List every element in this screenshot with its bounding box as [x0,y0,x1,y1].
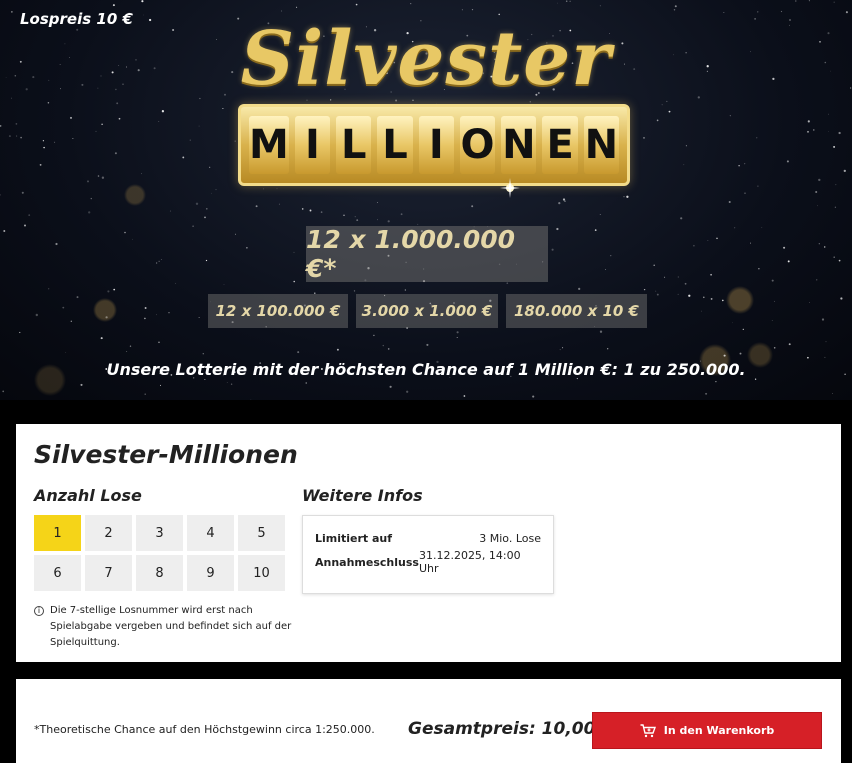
sub-prize: 3.000 x 1.000 € [356,294,498,328]
logo-letter: O [459,116,496,174]
sub-prize: 12 x 100.000 € [208,294,348,328]
logo-script-text: Silvester [240,16,612,102]
limit-value: 3 Mio. Lose [479,531,541,545]
logo-letter: N [501,116,537,174]
hint-text: Die 7-stellige Losnummer wird erst nach … [50,605,292,648]
odds-footnote: *Theoretische Chance auf den Höchstgewin… [34,723,375,736]
quantity-option-10[interactable]: 10 [238,555,285,591]
main-prize: 12 x 1.000.000 €* [306,225,548,283]
info-row-deadline: Annahmeschluss 31.12.2025, 14:00 Uhr [315,549,541,575]
info-box: Limitiert auf 3 Mio. Lose Annahmeschluss… [302,515,554,594]
logo-letter: I [418,116,454,174]
logo-block: M I L L I O N E N [238,104,630,186]
add-to-cart-label: In den Warenkorb [663,724,775,737]
ticket-number-hint: i Die 7-stellige Losnummer wird erst nac… [34,603,314,651]
logo-letter: M [248,116,289,174]
quantity-selector: 1 2 3 4 5 6 7 8 9 10 [34,515,287,591]
logo-letter: I [294,116,331,174]
product-title: Silvester-Millionen [34,440,298,469]
quantity-heading: Anzahl Lose [34,486,142,505]
info-heading: Weitere Infos [302,486,423,505]
cart-icon [640,723,656,737]
add-to-cart-button[interactable]: In den Warenkorb [592,712,822,749]
quantity-option-7[interactable]: 7 [85,555,132,591]
quantity-option-4[interactable]: 4 [187,515,234,551]
hero-tagline: Unsere Lotterie mit der höchsten Chance … [106,360,746,379]
info-row-limit: Limitiert auf 3 Mio. Lose [315,526,541,550]
quantity-option-3[interactable]: 3 [136,515,183,551]
logo-letter: N [583,116,620,174]
deadline-label: Annahmeschluss [315,555,419,569]
limit-label: Limitiert auf [315,531,393,545]
quantity-option-9[interactable]: 9 [187,555,234,591]
quantity-option-5[interactable]: 5 [238,515,285,551]
quantity-option-8[interactable]: 8 [136,555,183,591]
quantity-option-6[interactable]: 6 [34,555,81,591]
sparkle-icon [500,178,520,198]
quantity-option-2[interactable]: 2 [85,515,132,551]
info-icon: i [34,606,44,616]
total-price: Gesamtpreis: 10,00 € [408,719,614,739]
logo-letter: L [336,116,372,174]
product-card: Silvester-Millionen Anzahl Lose 1 2 3 4 … [16,424,841,662]
checkout-bar: *Theoretische Chance auf den Höchstgewin… [16,679,841,763]
hero-banner: Lospreis 10 € Silvester M I L L I O N E … [0,0,852,400]
sub-prize: 180.000 x 10 € [506,294,647,328]
deadline-value: 31.12.2025, 14:00 Uhr [418,549,521,575]
logo-letter: E [542,116,578,174]
logo-letter: L [377,116,413,174]
quantity-option-1[interactable]: 1 [34,515,81,551]
